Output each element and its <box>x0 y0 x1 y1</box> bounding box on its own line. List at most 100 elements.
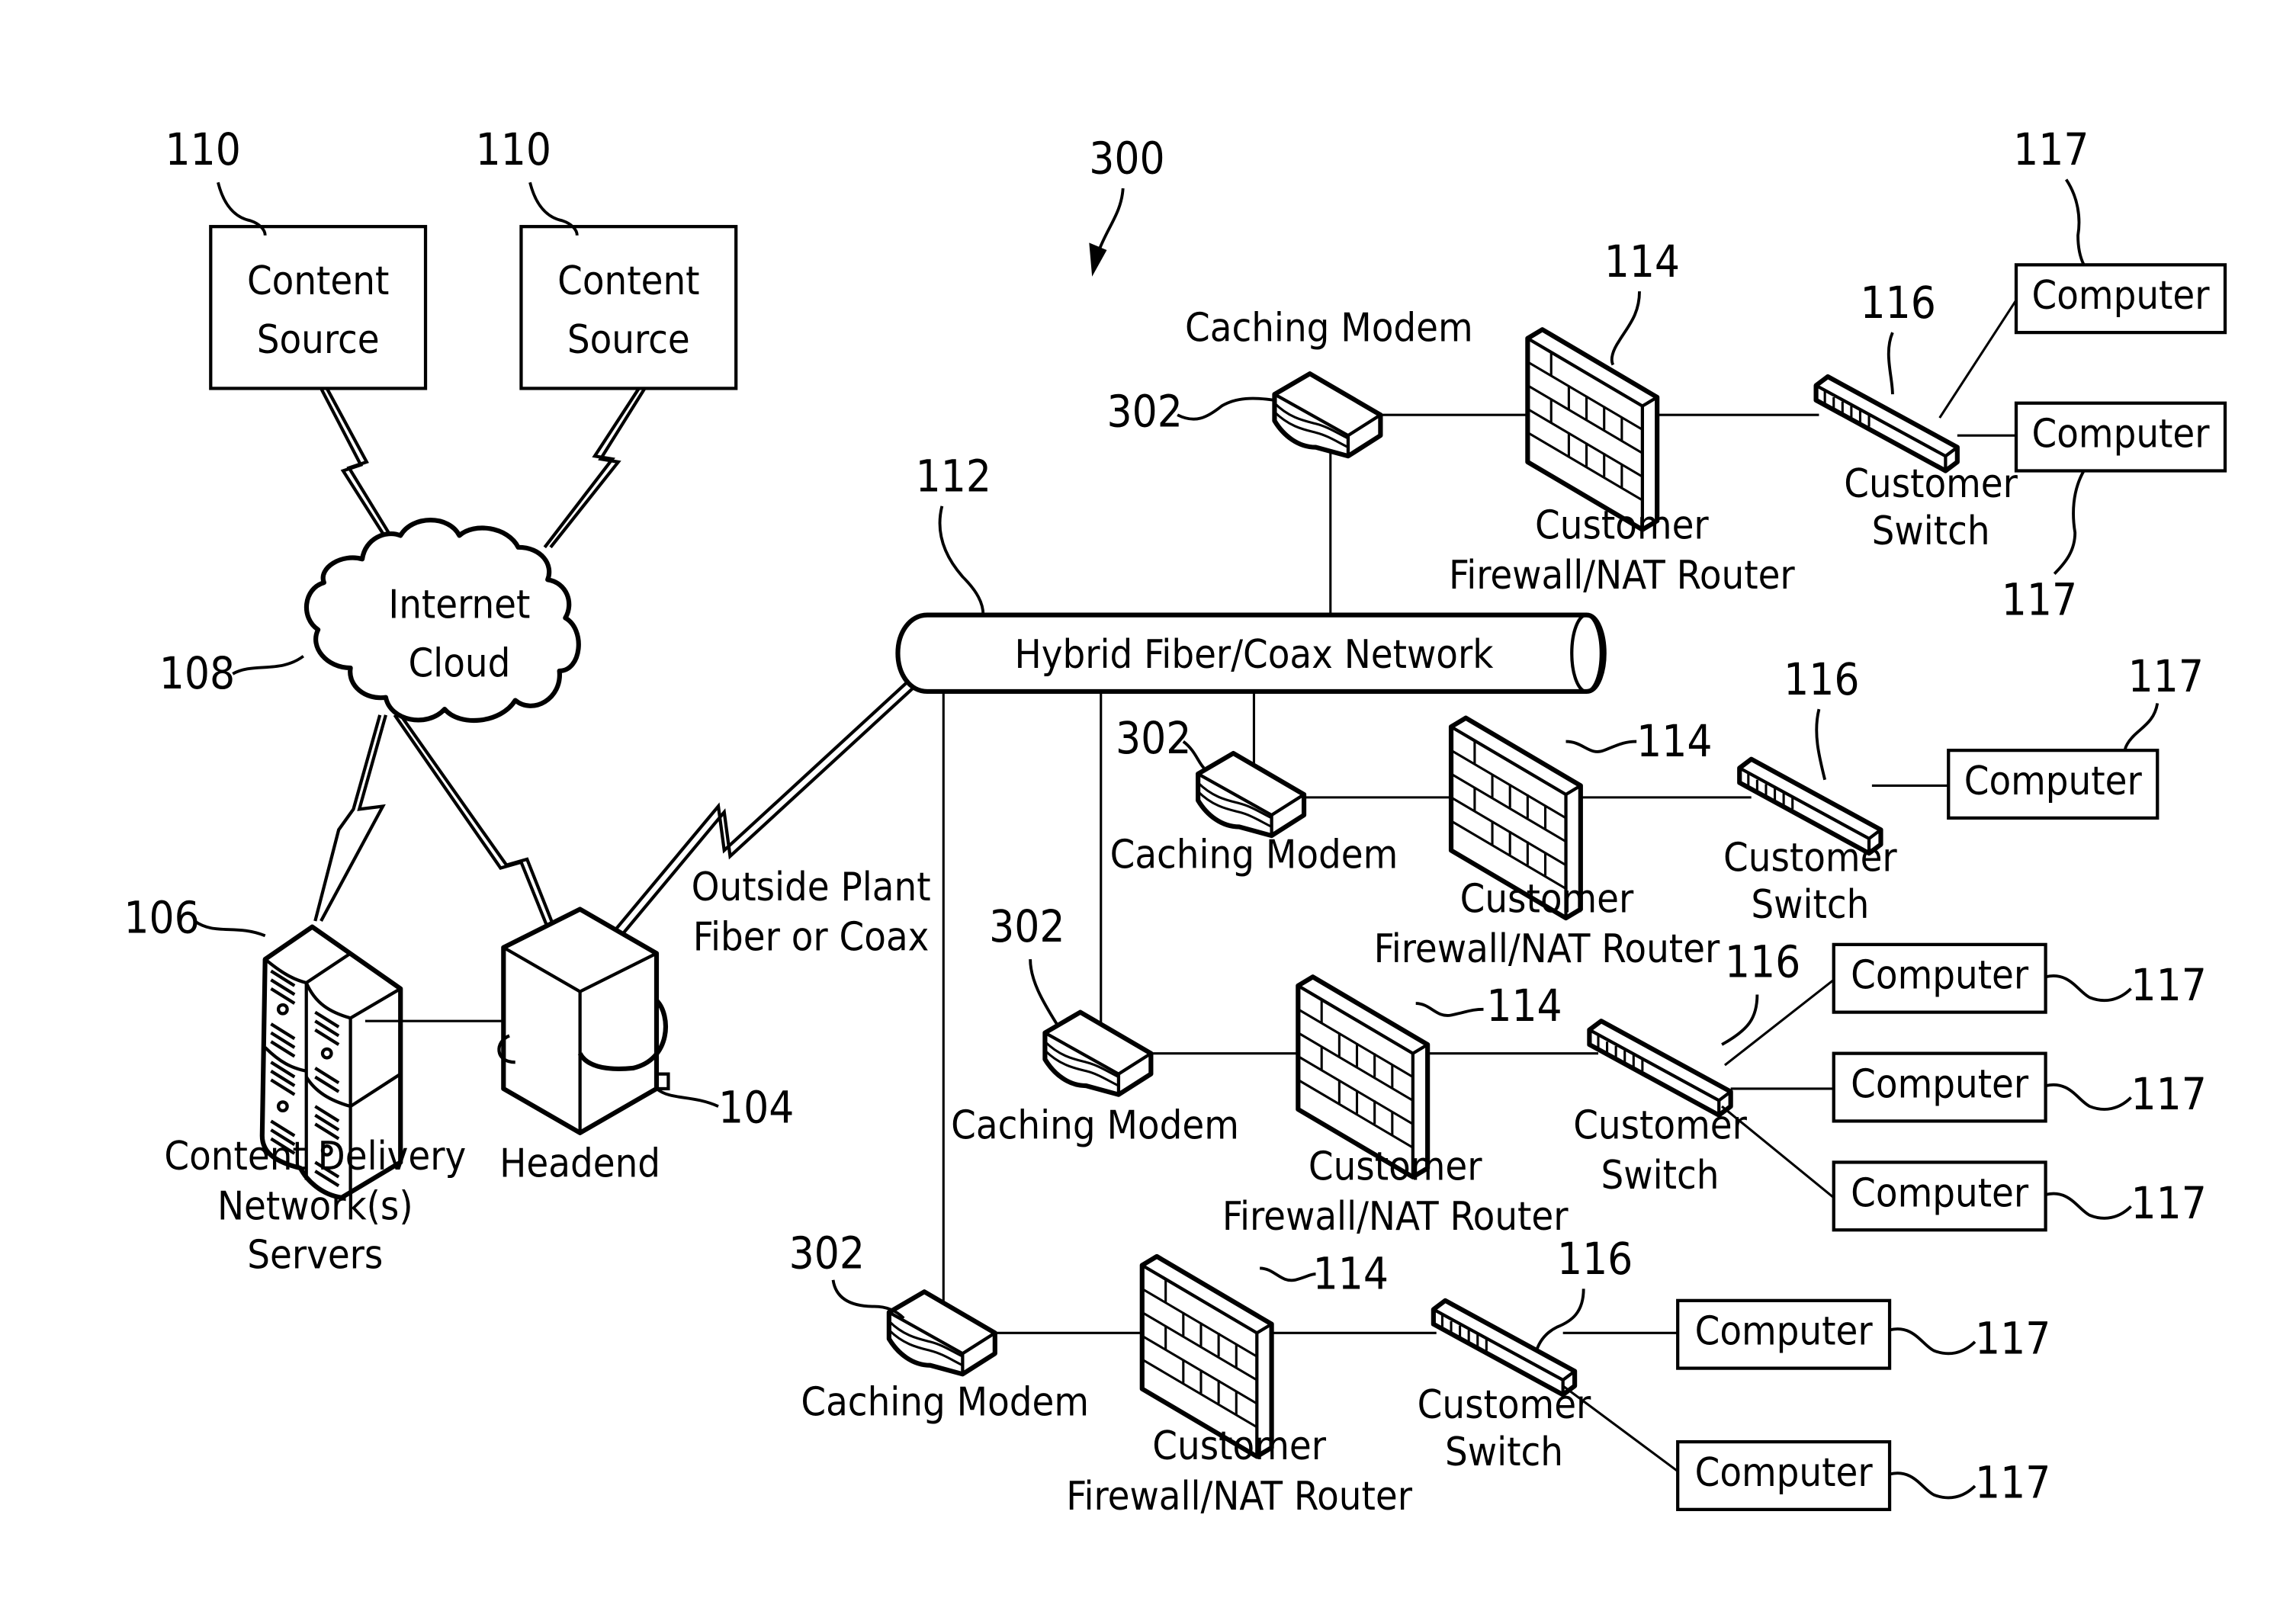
caching-modem[interactable] <box>1045 1012 1151 1095</box>
leader-line <box>2045 974 2132 1003</box>
leader-line <box>1029 959 1058 1025</box>
leader-line <box>1610 291 1641 366</box>
switch-ref: 116 <box>1784 653 1859 705</box>
cdn-label-line1: Content Delivery <box>164 1134 466 1179</box>
computer-ref: 117 <box>2131 959 2207 1011</box>
firewall-router[interactable] <box>1527 329 1657 529</box>
caching-modem[interactable] <box>1274 374 1380 456</box>
switch-icon[interactable] <box>1589 1021 1730 1115</box>
computer-label: Computer <box>2032 412 2211 457</box>
computer-ref: 117 <box>1975 1456 2050 1508</box>
computer[interactable]: Computer 117 <box>2013 124 2227 335</box>
switch-icon[interactable] <box>1434 1301 1575 1394</box>
leader-line <box>1815 708 1827 781</box>
link-line <box>1938 299 2018 419</box>
leader-line <box>1415 1002 1484 1017</box>
modem-ref: 302 <box>1106 386 1182 438</box>
cloud-label-line2: Cloud <box>408 641 510 687</box>
switch-icon[interactable] <box>1816 377 1957 470</box>
branch-4: Caching Modem 302 Customer Firewall/NAT … <box>789 1227 2051 1519</box>
modem-icon[interactable] <box>1045 1012 1151 1095</box>
branch-1: Caching Modem 302 Customer Firewall/NAT … <box>1106 124 2227 626</box>
hfc-ref: 112 <box>916 451 991 502</box>
computer-ref: 117 <box>2128 650 2204 702</box>
computer[interactable]: Computer 117 <box>1676 1439 2050 1511</box>
leader-line <box>655 1087 719 1108</box>
switch-label-line2: Switch <box>1601 1153 1720 1199</box>
leader-line <box>938 505 985 615</box>
modem-ref: 302 <box>1116 712 1191 764</box>
switch-label-line1: Customer <box>1723 835 1897 881</box>
computer[interactable]: Computer 117 <box>1947 650 2204 820</box>
computer-label: Computer <box>1851 1062 2029 1108</box>
firewall-ref: 114 <box>1604 236 1680 287</box>
figure-ref: 300 <box>1089 133 1165 277</box>
customer-switch[interactable] <box>1816 377 1957 470</box>
headend-icon[interactable] <box>497 907 670 1135</box>
leader-line <box>1889 1471 1976 1500</box>
branch-2: Caching Modem 302 Customer Firewall/NAT … <box>1110 650 2204 972</box>
switch-label-line1: Customer <box>1844 461 2018 507</box>
computer[interactable]: Computer 117 <box>2002 401 2227 626</box>
content-source-label-line1: Content <box>247 258 389 304</box>
content-source-label-line2: Source <box>567 317 690 363</box>
modem-label: Caching Modem <box>1185 306 1473 351</box>
cdn-label-line3: Servers <box>247 1232 383 1278</box>
outside-plant-label-line2: Fiber or Coax <box>693 915 930 961</box>
modem-label: Caching Modem <box>951 1103 1239 1149</box>
headend-ref: 104 <box>718 1081 794 1133</box>
content-source-1[interactable]: Content Source 110 <box>165 124 428 390</box>
internet-cloud[interactable]: Internet Cloud 108 <box>159 518 581 724</box>
arrow-head-icon <box>1089 242 1107 277</box>
customer-switch[interactable] <box>1434 1301 1575 1394</box>
leader-line <box>1889 1327 1976 1356</box>
modem-ref: 302 <box>989 900 1065 952</box>
modem-icon[interactable] <box>1198 753 1304 836</box>
computer[interactable]: Computer 117 <box>1676 1298 2050 1370</box>
headend-label: Headend <box>499 1141 660 1187</box>
firewall-ref: 114 <box>1636 715 1712 767</box>
leader-line <box>2045 1192 2132 1220</box>
content-source-ref: 110 <box>165 124 240 175</box>
leader-line <box>1565 740 1637 753</box>
content-source-box[interactable] <box>519 225 738 390</box>
leader-line <box>1887 332 1894 395</box>
firewall-ref: 114 <box>1313 1247 1389 1299</box>
computer[interactable]: Computer 117 <box>1832 1160 2207 1232</box>
computer-label: Computer <box>1851 1170 2029 1216</box>
computer-label: Computer <box>1964 759 2143 804</box>
computer[interactable]: Computer 117 <box>1832 942 2207 1014</box>
customer-switch[interactable] <box>1589 1021 1730 1115</box>
content-source-2[interactable]: Content Source 110 <box>476 124 738 390</box>
modem-icon[interactable] <box>1274 374 1380 456</box>
link-line <box>1562 1385 1679 1472</box>
leader-line <box>2045 1083 2132 1111</box>
switch-label-line1: Customer <box>1573 1103 1747 1149</box>
computer-ref: 117 <box>2131 1177 2207 1229</box>
caching-modem[interactable] <box>889 1292 995 1374</box>
computer-ref: 117 <box>2013 124 2089 175</box>
switch-label-line2: Switch <box>1872 509 1990 554</box>
caching-modem[interactable] <box>1198 753 1304 836</box>
firewall-label-line2: Firewall/NAT Router <box>1374 926 1720 972</box>
content-source-label-line1: Content <box>557 258 699 304</box>
wireless-link-icon <box>320 387 400 548</box>
switch-label-line2: Switch <box>1751 882 1869 928</box>
wireless-link-icon <box>313 714 387 922</box>
modem-icon[interactable] <box>889 1292 995 1374</box>
firewall-label-line1: Customer <box>1152 1423 1326 1469</box>
content-source-label-line2: Source <box>257 317 380 363</box>
content-source-ref: 110 <box>476 124 551 175</box>
computer[interactable]: Computer 117 <box>1832 1051 2207 1123</box>
firewall-icon[interactable] <box>1527 329 1657 529</box>
modem-label: Caching Modem <box>1110 833 1398 878</box>
computer-ref: 117 <box>2131 1068 2207 1120</box>
leader-line <box>2123 702 2160 751</box>
switch-label-line2: Switch <box>1445 1430 1563 1475</box>
modem-label: Caching Modem <box>801 1379 1089 1425</box>
firewall-label-line2: Firewall/NAT Router <box>1066 1474 1412 1520</box>
hfc-label: Hybrid Fiber/Coax Network <box>1014 632 1494 678</box>
content-source-box[interactable] <box>209 225 428 390</box>
firewall-label-line1: Customer <box>1460 876 1634 922</box>
switch-ref: 116 <box>1860 277 1935 329</box>
